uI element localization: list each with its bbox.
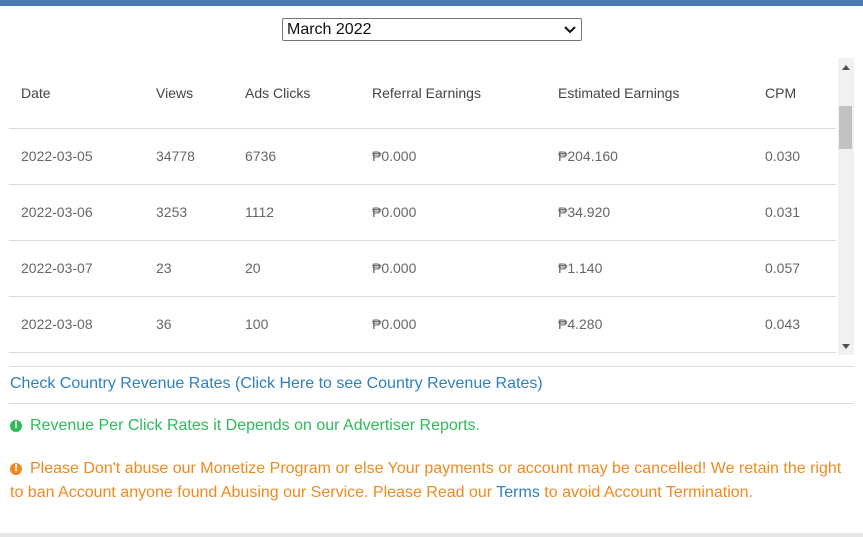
alert-circle-icon: ! <box>10 463 22 475</box>
table-row: 2022-03-06 3253 1112 ₱0.000 ₱34.920 0.03… <box>9 184 836 241</box>
revenue-rates-note: ! Revenue Per Click Rates it Depends on o… <box>10 414 480 438</box>
cell-views: 23 <box>144 240 233 297</box>
cell-ads-clicks: 100 <box>233 296 360 353</box>
column-header-ads-clicks: Ads Clicks <box>233 58 360 129</box>
cell-estimated-earnings: ₱204.160 <box>546 128 753 185</box>
month-select[interactable]: March 2022 <box>282 18 582 41</box>
earnings-table: Date Views Ads Clicks Referral Earnings … <box>9 58 836 353</box>
scrollbar-thumb[interactable] <box>839 106 852 149</box>
chevron-down-icon <box>563 23 577 37</box>
cell-date: 2022-03-07 <box>9 240 144 297</box>
cell-referral-earnings: ₱0.000 <box>360 184 546 241</box>
cell-ads-clicks: 1112 <box>233 184 360 241</box>
cell-cpm: 0.031 <box>753 184 836 241</box>
table-row: 2022-03-07 23 20 ₱0.000 ₱1.140 0.057 <box>9 240 836 297</box>
cell-views: 36 <box>144 296 233 353</box>
cell-referral-earnings: ₱0.000 <box>360 240 546 297</box>
cell-cpm: 0.030 <box>753 128 836 185</box>
terms-link[interactable]: Terms <box>496 484 540 501</box>
triangle-down-icon[interactable] <box>838 339 854 353</box>
cell-ads-clicks: 20 <box>233 240 360 297</box>
divider <box>9 403 854 404</box>
top-accent-bar <box>0 0 863 6</box>
country-revenue-rates-link[interactable]: Check Country Revenue Rates (Click Here … <box>10 375 543 393</box>
cell-estimated-earnings: ₱1.140 <box>546 240 753 297</box>
column-header-date: Date <box>9 58 144 129</box>
cell-date: 2022-03-05 <box>9 128 144 185</box>
cell-views: 3253 <box>144 184 233 241</box>
table-row: 2022-03-05 34778 6736 ₱0.000 ₱204.160 0.… <box>9 128 836 185</box>
cell-referral-earnings: ₱0.000 <box>360 296 546 353</box>
cell-ads-clicks: 6736 <box>233 128 360 185</box>
abuse-warning-text-end: to avoid Account Termination. <box>539 484 753 501</box>
earnings-table-container[interactable]: Date Views Ads Clicks Referral Earnings … <box>9 58 854 355</box>
triangle-up-icon[interactable] <box>838 60 854 74</box>
cell-cpm: 0.043 <box>753 296 836 353</box>
month-select-value: March 2022 <box>287 20 372 38</box>
column-header-referral-earnings: Referral Earnings <box>360 58 546 129</box>
column-header-estimated-earnings: Estimated Earnings <box>546 58 753 129</box>
table-row: 2022-03-08 36 100 ₱0.000 ₱4.280 0.043 <box>9 296 836 353</box>
info-circle-icon: ! <box>10 420 22 432</box>
cell-estimated-earnings: ₱4.280 <box>546 296 753 353</box>
cell-referral-earnings: ₱0.000 <box>360 128 546 185</box>
cell-estimated-earnings: ₱34.920 <box>546 184 753 241</box>
table-scrollbar[interactable] <box>838 58 854 355</box>
abuse-warning-note: ! Please Don't abuse our Monetize Program… <box>10 457 850 505</box>
cell-cpm: 0.057 <box>753 240 836 297</box>
cell-date: 2022-03-08 <box>9 296 144 353</box>
cell-views: 34778 <box>144 128 233 185</box>
bottom-border <box>0 533 863 537</box>
cell-date: 2022-03-06 <box>9 184 144 241</box>
table-header-row: Date Views Ads Clicks Referral Earnings … <box>9 58 836 129</box>
divider <box>9 366 854 367</box>
column-header-cpm: CPM <box>753 58 836 129</box>
column-header-views: Views <box>144 58 233 129</box>
revenue-rates-note-text: Revenue Per Click Rates it Depends on ou… <box>30 417 480 434</box>
